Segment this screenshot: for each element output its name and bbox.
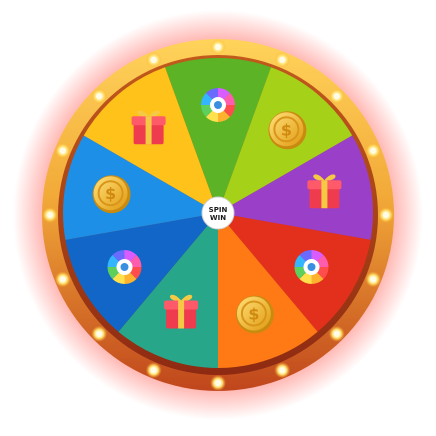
rim-light-core [59, 147, 66, 154]
rim-light-core [150, 56, 157, 63]
rim-light-core [333, 93, 340, 100]
rim-light-core [46, 211, 54, 219]
rim-light-core [96, 330, 103, 337]
dollar-coin-icon: $ [268, 111, 307, 150]
svg-text:$: $ [248, 305, 259, 324]
hub-label-spin: SPIN [209, 206, 228, 214]
svg-text:$: $ [281, 120, 292, 139]
color-wheel-icon [294, 250, 329, 284]
spin-win-button[interactable]: SPIN WIN [201, 196, 235, 230]
rim-light-core [59, 276, 66, 283]
rim-light-core [382, 211, 390, 219]
spin-wheel-game: $ $ $ SPIN WIN [0, 0, 436, 436]
spin-wheel: $ $ $ SPIN WIN [13, 10, 423, 420]
rim-light-core [333, 330, 340, 337]
dollar-coin-icon: $ [235, 295, 274, 334]
rim-light-core [214, 379, 222, 387]
rim-light-core [150, 367, 157, 374]
rim-light-core [370, 147, 377, 154]
color-wheel-icon [201, 88, 235, 122]
color-wheel-icon [107, 250, 142, 284]
hub-label-win: WIN [210, 214, 226, 222]
rim-light-core [279, 367, 286, 374]
rim-light-core [279, 56, 286, 63]
dollar-coin-icon: $ [92, 175, 131, 214]
svg-text:$: $ [105, 184, 116, 203]
rim-light-core [96, 93, 103, 100]
rim-light-core [214, 43, 222, 51]
rim-light-core [370, 276, 377, 283]
